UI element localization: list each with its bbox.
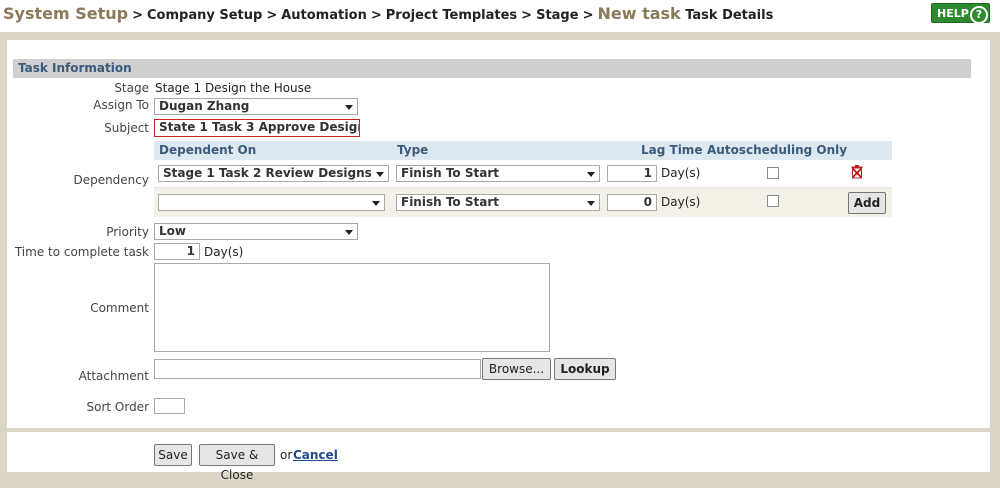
dependency-type-value: Finish To Start [401, 166, 499, 180]
save-button[interactable]: Save [154, 444, 192, 466]
autoscheduling-checkbox[interactable] [767, 167, 779, 179]
breadcrumb-separator: > [521, 8, 533, 23]
or-text: or [280, 448, 293, 462]
save-close-button[interactable]: Save & Close [199, 444, 275, 482]
chevron-down-icon [372, 201, 380, 206]
priority-value: Low [159, 224, 186, 238]
dependency-row: Stage 1 Task 2 Review Designs Finish To … [154, 160, 892, 188]
time-unit: Day(s) [204, 245, 244, 259]
comment-label: Comment [90, 301, 149, 315]
browse-button[interactable]: Browse... [482, 358, 551, 380]
breadcrumb-separator: > [132, 8, 143, 23]
column-autoscheduling: Autoscheduling Only [707, 143, 848, 157]
page-subtitle: Task Details [685, 8, 774, 23]
assign-to-select[interactable]: Dugan Zhang [154, 98, 358, 115]
chevron-down-icon [376, 172, 384, 177]
dependency-type-select[interactable]: Finish To Start [396, 165, 600, 182]
breadcrumb-separator: > [266, 8, 278, 23]
time-to-complete-label: Time to complete task [14, 245, 149, 259]
dependency-header: Dependent On Type Lag Time Autoschedulin… [154, 141, 892, 160]
chevron-down-icon [345, 230, 353, 235]
column-lag-time: Lag Time [641, 143, 703, 157]
sort-order-label: Sort Order [86, 400, 149, 414]
lag-time-input[interactable]: 1 [607, 165, 657, 182]
section-header: Task Information [13, 59, 971, 78]
stage-value: Stage 1 Design the House [155, 81, 312, 95]
attachment-label: Attachment [78, 369, 149, 383]
breadcrumb-separator: > [582, 8, 594, 23]
help-button[interactable]: HELP ? [931, 3, 990, 24]
chevron-down-icon [587, 172, 595, 177]
new-lag-unit: Day(s) [661, 195, 701, 209]
column-dependent-on: Dependent On [159, 143, 257, 157]
assign-to-value: Dugan Zhang [159, 99, 250, 113]
time-to-complete-input[interactable]: 1 [154, 243, 200, 260]
lag-unit: Day(s) [661, 166, 701, 180]
chevron-down-icon [587, 201, 595, 206]
stage-label: Stage [114, 81, 149, 95]
new-autoscheduling-checkbox[interactable] [767, 195, 779, 207]
breadcrumb: System Setup > Company Setup > Automation > Pr… [3, 4, 773, 23]
breadcrumb-system-setup[interactable]: System Setup [3, 4, 128, 23]
dependency-table: Dependent On Type Lag Time Autoschedulin… [154, 141, 892, 217]
page-title: New task [597, 4, 681, 23]
comment-textarea[interactable] [154, 263, 550, 352]
breadcrumb-project-templates[interactable]: Project Templates [386, 8, 517, 23]
sort-order-input[interactable] [154, 398, 185, 414]
content-frame [0, 32, 1000, 488]
new-dependency-type-value: Finish To Start [401, 195, 499, 209]
breadcrumb-automation[interactable]: Automation [281, 8, 367, 23]
new-lag-time-input[interactable]: 0 [607, 194, 657, 211]
trash-delete-icon[interactable] [851, 165, 863, 179]
attachment-input[interactable] [154, 359, 481, 379]
chevron-down-icon [345, 105, 353, 110]
add-dependency-button[interactable]: Add [848, 192, 886, 214]
cancel-link[interactable]: Cancel [293, 448, 338, 462]
priority-label: Priority [106, 225, 149, 239]
lookup-button[interactable]: Lookup [554, 358, 616, 380]
dependent-on-select[interactable]: Stage 1 Task 2 Review Designs [158, 165, 389, 182]
dependency-label: Dependency [73, 173, 149, 187]
breadcrumb-company-setup[interactable]: Company Setup [147, 8, 262, 23]
breadcrumb-stage[interactable]: Stage [536, 8, 578, 23]
new-dependent-on-select[interactable] [158, 194, 385, 211]
column-type: Type [397, 143, 429, 157]
priority-select[interactable]: Low [154, 223, 358, 240]
question-circle-icon: ? [970, 6, 988, 24]
dependent-on-value: Stage 1 Task 2 Review Designs [163, 166, 372, 180]
help-label: HELP [937, 7, 969, 20]
breadcrumb-separator: > [370, 8, 382, 23]
top-bar: System Setup > Company Setup > Automation > Pr… [0, 0, 1000, 30]
new-dependency-type-select[interactable]: Finish To Start [396, 194, 600, 211]
assign-to-label: Assign To [93, 98, 149, 112]
subject-label: Subject [104, 121, 149, 135]
subject-input[interactable]: State 1 Task 3 Approve Desigı [154, 119, 360, 137]
dependency-new-row: Finish To Start 0 Day(s) Add [154, 188, 892, 217]
